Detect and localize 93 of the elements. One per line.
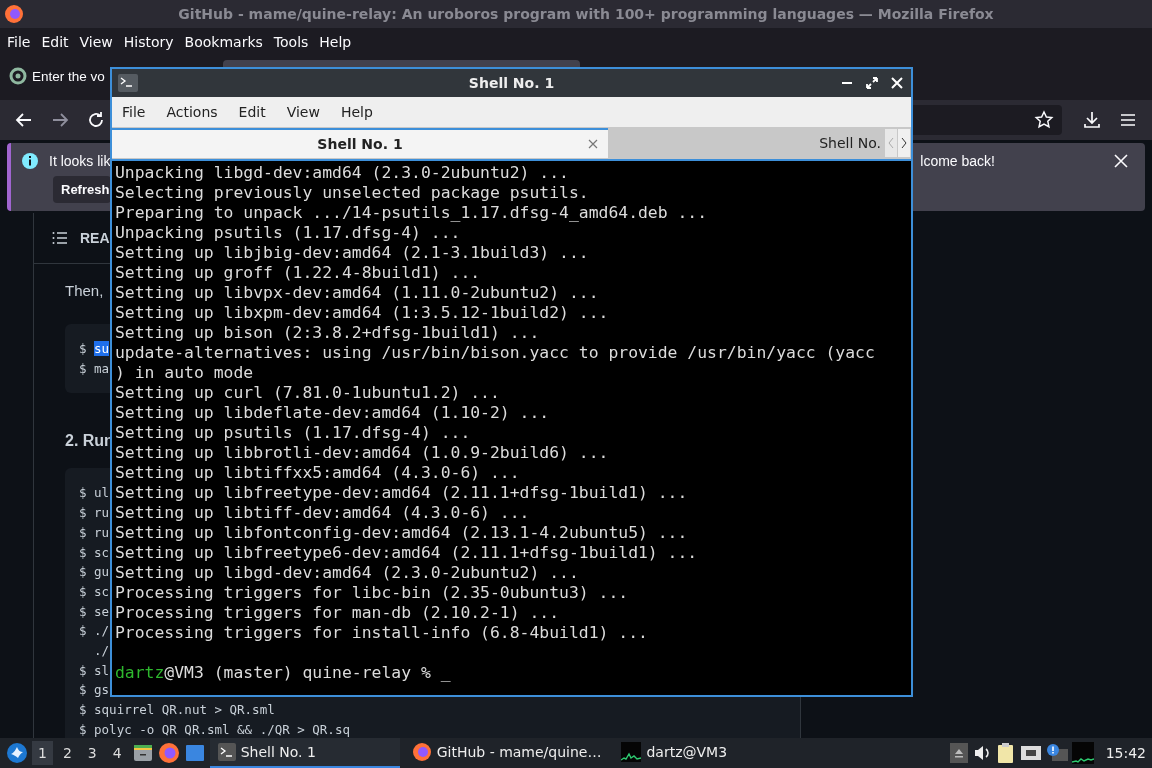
menu-item[interactable]: History [118, 33, 179, 50]
code-line: $ gs [79, 681, 110, 700]
code-line: $ sc [79, 543, 110, 562]
workspace-button[interactable]: 4 [106, 741, 128, 765]
readme-heading: REA [80, 230, 110, 246]
clipboard-icon[interactable] [995, 742, 1016, 764]
menu-item[interactable]: Help [314, 33, 357, 50]
terminal-line: Setting up libxpm-dev:amd64 (1:3.5.12-1build2) ... [115, 303, 610, 323]
menu-item[interactable]: Help [340, 104, 383, 120]
notification-icon[interactable] [1045, 743, 1068, 763]
workspace-button[interactable]: 1 [32, 741, 53, 765]
download-icon[interactable] [1082, 110, 1102, 130]
firefox-icon [4, 4, 24, 24]
terminal-line: ) in auto mode [115, 363, 255, 383]
code-line: ./ [93, 642, 110, 661]
maximize-icon[interactable] [866, 77, 878, 89]
menu-item[interactable]: Actions [166, 104, 228, 120]
menu-item[interactable]: Edit [36, 33, 74, 50]
tab-icon [9, 67, 27, 85]
firefox-icon[interactable] [157, 742, 180, 764]
eject-icon[interactable] [949, 743, 968, 763]
code-line: $ sc [79, 582, 110, 601]
terminal-line: Setting up bison (2:3.8.2+dfsg-1build1) ... [115, 323, 541, 343]
window-title: Shell No. 1 [468, 75, 555, 91]
terminal-prompt: dartz@VM3 (master) quine-relay % _ [115, 663, 452, 683]
task-button[interactable]: Shell No. 1 [209, 738, 400, 768]
terminal-line: Setting up libtiff-dev:amd64 (4.3.0-6) ... [115, 503, 531, 523]
code-line: $ squirrel QR.nut > QR.sml [79, 701, 275, 720]
code-line: $ su [79, 340, 110, 358]
menu-item[interactable]: View [74, 33, 118, 50]
terminal-line: Selecting previously unselected package psutils. [115, 183, 590, 203]
menu-item[interactable]: Bookmarks [179, 33, 268, 50]
window-icon[interactable] [183, 742, 206, 764]
graph-icon [621, 742, 642, 762]
terminal-line: Setting up libtiffxx5:amd64 (4.3.0-6) ... [115, 463, 521, 483]
scroll-right-icon[interactable] [898, 129, 910, 157]
terminal-line: Preparing to unpack .../14-psutils_1.17.dfsg-4_amd64.deb ... [115, 203, 709, 223]
refresh-button[interactable]: Refresh [53, 175, 112, 203]
browser-tab[interactable]: Enter the vo [0, 55, 105, 97]
terminal-line: Setting up libfreetype6-dev:amd64 (2.11.1+dfsg-1build1) ... [115, 543, 699, 563]
start-icon[interactable] [6, 742, 28, 764]
firefox-icon [411, 742, 432, 762]
notification-text: lcome back! [920, 152, 995, 169]
task-button[interactable]: GitHub - mame/quine… [403, 738, 610, 768]
network-icon[interactable] [1019, 743, 1042, 763]
terminal-line: Processing triggers for libc-bin (2.35-0ubuntu3) ... [115, 583, 630, 603]
url-field[interactable] [912, 105, 1062, 135]
code-line: $ ru [79, 523, 110, 542]
menu-item[interactable]: File [122, 104, 156, 120]
menu-item[interactable]: Edit [238, 104, 276, 120]
workspace-button[interactable]: 3 [81, 741, 103, 765]
code-line: $ polyc -o QR QR.sml && ./QR > QR.sq [79, 720, 350, 738]
graph-icon[interactable] [1071, 742, 1094, 764]
terminal-line: Setting up psutils (1.17.dfsg-4) ... [115, 423, 472, 443]
code-line: $ ul [79, 484, 110, 503]
clock: 15:42 [1105, 745, 1146, 761]
terminal-icon [118, 74, 138, 92]
terminal-line: Setting up libgd-dev:amd64 (2.3.0-2ubuntu2) ... [115, 563, 580, 583]
menu-item[interactable]: Tools [268, 33, 314, 50]
terminal-line: Unpacking libgd-dev:amd64 (2.3.0-2ubuntu2) ... [115, 163, 570, 183]
terminal-line: Setting up libvpx-dev:amd64 (1.11.0-2ubuntu2) ... [115, 283, 600, 303]
terminal-line: Setting up libjbig-dev:amd64 (2.1-3.1build3) ... [115, 243, 590, 263]
terminal-line: Processing triggers for man-db (2.10.2-1) ... [115, 603, 561, 623]
info-icon [21, 151, 39, 170]
list-icon[interactable] [52, 230, 68, 246]
star-icon[interactable] [1034, 110, 1054, 130]
terminal-line: Setting up libbrotli-dev:amd64 (1.0.9-2build6) ... [115, 443, 610, 463]
terminal-line: Setting up groff (1.22.4-8build1) ... [115, 263, 482, 283]
terminal-line: Setting up curl (7.81.0-1ubuntu1.2) ... [115, 383, 501, 403]
terminal-line: Setting up libfreetype-dev:amd64 (2.11.1+dfsg-1build1) ... [115, 483, 689, 503]
code-line: $ ru [79, 504, 110, 523]
menu-item[interactable]: View [286, 104, 330, 120]
notification-text: It looks lik [49, 152, 111, 169]
code-line: $ gu [79, 563, 110, 582]
workspace-button[interactable]: 2 [56, 741, 78, 765]
code-line: $ se [79, 602, 110, 621]
terminal-tab[interactable]: Shell No. [608, 128, 885, 158]
terminal-icon [217, 743, 236, 761]
terminal-line: Setting up libdeflate-dev:amd64 (1.10-2) ... [115, 403, 551, 423]
task-button[interactable]: dartz@VM3 [613, 738, 736, 768]
terminal-line: Unpacking psutils (1.17.dfsg-4) ... [115, 223, 462, 243]
reload-icon[interactable] [86, 110, 106, 130]
code-line: $ ma [79, 359, 110, 378]
readme-text: Then, [65, 282, 104, 299]
terminal-tab[interactable]: Shell No. 1 [112, 128, 608, 158]
window-title: GitHub - mame/quine-relay: An uroboros program with 100+ programming languages — Mozilla Firefox [178, 6, 994, 22]
terminal-line: update-alternatives: using /usr/bin/bison.yacc to provide /usr/bin/yacc (yacc [115, 343, 876, 363]
code-line: $ sl [79, 661, 110, 680]
file-manager-icon[interactable] [131, 742, 154, 764]
code-line: $ ./ [79, 622, 110, 641]
terminal-line: Processing triggers for install-info (6.8-4build1) ... [115, 623, 649, 643]
menu-item[interactable]: File [2, 33, 36, 50]
terminal-line: Setting up libfontconfig-dev:amd64 (2.13.1-4.2ubuntu5) ... [115, 523, 689, 543]
